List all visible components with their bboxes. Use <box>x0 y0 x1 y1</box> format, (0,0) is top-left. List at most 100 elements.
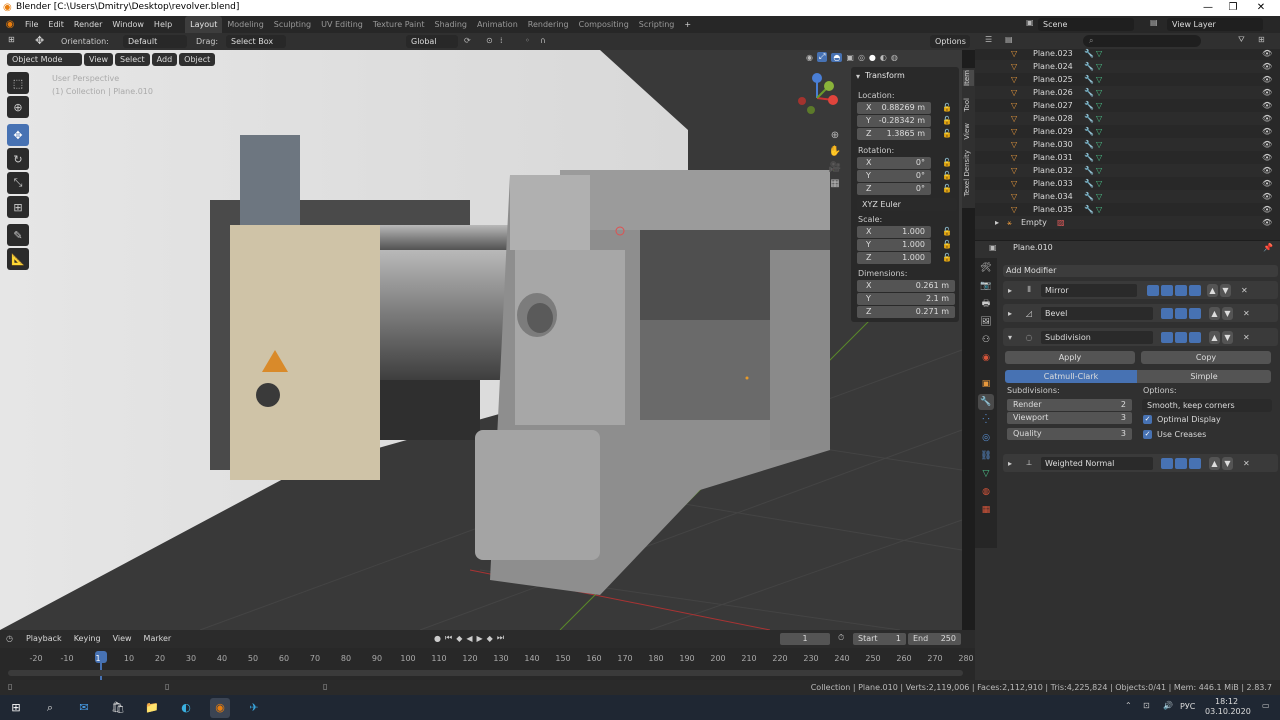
volume-icon[interactable]: 🔊 <box>1163 701 1173 710</box>
modifier-name-field[interactable]: Subdivision <box>1041 330 1153 344</box>
apply-button[interactable]: Apply <box>1005 351 1135 364</box>
visibility-eye-icon[interactable]: 👁 <box>1262 216 1272 229</box>
maximize-button[interactable]: ❐ <box>1220 0 1246 16</box>
edge-browser-icon[interactable]: ◐ <box>176 698 196 718</box>
snap-icon[interactable]: ⊙ <box>486 36 493 45</box>
record-icon[interactable]: ● <box>434 634 441 643</box>
tab-compositing[interactable]: Compositing <box>574 16 634 33</box>
menu-help[interactable]: Help <box>149 16 177 33</box>
expand-arrow-icon[interactable]: ▸ <box>1003 459 1017 468</box>
tab-animation[interactable]: Animation <box>472 16 523 33</box>
select-menu[interactable]: Select <box>114 52 150 66</box>
lock-icon[interactable]: 🔓 <box>942 171 952 180</box>
edit-mode-toggle-icon[interactable] <box>1147 284 1159 296</box>
edit-mode-toggle-icon[interactable] <box>1189 457 1201 469</box>
store-icon[interactable]: 🛍 <box>108 698 128 718</box>
tab-view[interactable]: View <box>963 123 974 140</box>
transform-tool-icon[interactable]: ⊞ <box>7 196 29 218</box>
object-menu[interactable]: Object <box>179 52 216 66</box>
blender-taskbar-icon[interactable]: ◉ <box>210 697 230 718</box>
display-mode-icon[interactable]: ▤ <box>1005 35 1013 44</box>
realtime-toggle-icon[interactable] <box>1161 307 1173 319</box>
language-indicator[interactable]: РУС <box>1180 702 1195 711</box>
visibility-eye-icon[interactable]: 👁 <box>1262 86 1272 99</box>
list-item[interactable]: ▽ Plane.032 🔧 ▽ 👁 <box>975 164 1272 177</box>
quality-field[interactable]: Quality 3 <box>1007 428 1132 440</box>
lock-icon[interactable]: 🔓 <box>942 158 952 167</box>
scale-x-field[interactable]: X 1.000 <box>857 226 931 238</box>
list-item[interactable]: ▽ Plane.028 🔧 ▽ 👁 <box>975 112 1272 125</box>
lock-icon[interactable]: 🔓 <box>942 129 952 138</box>
current-frame-field[interactable]: 1 <box>780 633 830 645</box>
list-item[interactable]: ▽ Plane.023 🔧 ▽ 👁 <box>975 47 1272 60</box>
checkbox-checked-icon[interactable]: ✓ <box>1143 415 1152 424</box>
move-down-icon[interactable]: ▼ <box>1222 306 1233 320</box>
menu-file[interactable]: File <box>20 16 43 33</box>
move-down-icon[interactable]: ▼ <box>1220 283 1231 297</box>
wireframe-shading-icon[interactable]: ◎ <box>858 53 865 62</box>
texture-tab-icon[interactable]: ▦ <box>978 502 994 518</box>
visibility-eye-icon[interactable]: 👁 <box>1262 151 1272 164</box>
render-toggle-icon[interactable] <box>1175 307 1187 319</box>
view-layer-tab-icon[interactable]: 🖼 <box>978 314 994 330</box>
network-icon[interactable]: ⊡ <box>1143 701 1150 710</box>
proportional-edit-icon[interactable]: ◦ <box>525 36 530 45</box>
viewport-levels-field[interactable]: Viewport 3 <box>1007 412 1132 424</box>
new-collection-icon[interactable]: ⊞ <box>1258 35 1265 44</box>
edit-mode-toggle-icon[interactable] <box>1189 307 1201 319</box>
constraints-tab-icon[interactable]: ⛓ <box>978 448 994 464</box>
tab-shading[interactable]: Shading <box>429 16 472 33</box>
visibility-eye-icon[interactable]: 👁 <box>1262 203 1272 216</box>
dimensions-x-field[interactable]: X 0.261 m <box>857 280 955 292</box>
select-box-tool-icon[interactable]: ⬚ <box>7 72 29 94</box>
remove-modifier-icon[interactable]: ✕ <box>1243 333 1250 342</box>
move-up-icon[interactable]: ▲ <box>1209 456 1220 470</box>
end-frame-field[interactable]: End 250 <box>908 633 961 645</box>
rotation-mode-dropdown[interactable]: XYZ Euler <box>857 198 957 211</box>
search-icon[interactable]: ⌕ <box>40 698 60 718</box>
list-item[interactable]: ▽ Plane.026 🔧 ▽ 👁 <box>975 86 1272 99</box>
scene-tab-icon[interactable]: ⚇ <box>978 332 994 348</box>
view-menu[interactable]: View <box>84 52 113 66</box>
tab-scripting[interactable]: Scripting <box>634 16 680 33</box>
drag-dropdown[interactable]: Select Box <box>226 35 286 48</box>
mode-dropdown[interactable]: Object Mode <box>7 52 82 66</box>
play-icon[interactable]: ▶ <box>477 634 483 643</box>
optimal-display-checkbox[interactable]: ✓ Optimal Display <box>1143 415 1221 424</box>
render-levels-field[interactable]: Render 2 <box>1007 399 1132 411</box>
remove-modifier-icon[interactable]: ✕ <box>1243 309 1250 318</box>
navigation-gizmo[interactable] <box>793 70 841 116</box>
options-dropdown[interactable]: Options <box>930 35 970 48</box>
visibility-eye-icon[interactable]: 👁 <box>1262 73 1272 86</box>
add-workspace-icon[interactable]: + <box>679 16 696 33</box>
data-tab-icon[interactable]: ▽ <box>978 466 994 482</box>
object-tab-icon[interactable]: ▣ <box>978 376 994 392</box>
gizmo-toggle-icon[interactable]: ⤢ <box>816 52 828 62</box>
menu-edit[interactable]: Edit <box>43 16 69 33</box>
notifications-icon[interactable]: ▭ <box>1262 701 1270 710</box>
ortho-grid-icon[interactable]: ▦ <box>827 176 843 192</box>
location-x-field[interactable]: X 0.88269 m <box>857 102 931 114</box>
dimensions-y-field[interactable]: Y 2.1 m <box>857 293 955 305</box>
copy-button[interactable]: Copy <box>1141 351 1271 364</box>
move-up-icon[interactable]: ▲ <box>1207 283 1218 297</box>
prev-keyframe-icon[interactable]: ◆ <box>456 634 462 643</box>
visibility-eye-icon[interactable]: 👁 <box>1262 125 1272 138</box>
menu-render[interactable]: Render <box>69 16 107 33</box>
stopwatch-icon[interactable]: ⏱ <box>838 633 844 643</box>
pivot-icon[interactable]: ⟳ <box>464 36 471 45</box>
material-tab-icon[interactable]: ◍ <box>978 484 994 500</box>
playback-menu[interactable]: Playback <box>21 632 67 645</box>
tab-layout[interactable]: Layout <box>185 16 223 33</box>
camera-view-icon[interactable]: 🎥 <box>827 160 843 176</box>
move-tool-icon[interactable]: ✥ <box>35 34 44 47</box>
minimize-button[interactable]: — <box>1195 0 1221 16</box>
move-up-icon[interactable]: ▲ <box>1209 306 1220 320</box>
realtime-toggle-icon[interactable] <box>1161 331 1173 343</box>
dimensions-z-field[interactable]: Z 0.271 m <box>857 306 955 318</box>
add-menu[interactable]: Add <box>151 52 178 66</box>
list-item[interactable]: ▽ Plane.031 🔧 ▽ 👁 <box>975 151 1272 164</box>
marker-menu[interactable]: Marker <box>139 632 177 645</box>
pan-hand-icon[interactable]: ✋ <box>827 144 843 160</box>
modifier-name-field[interactable]: Weighted Normal <box>1041 456 1153 470</box>
